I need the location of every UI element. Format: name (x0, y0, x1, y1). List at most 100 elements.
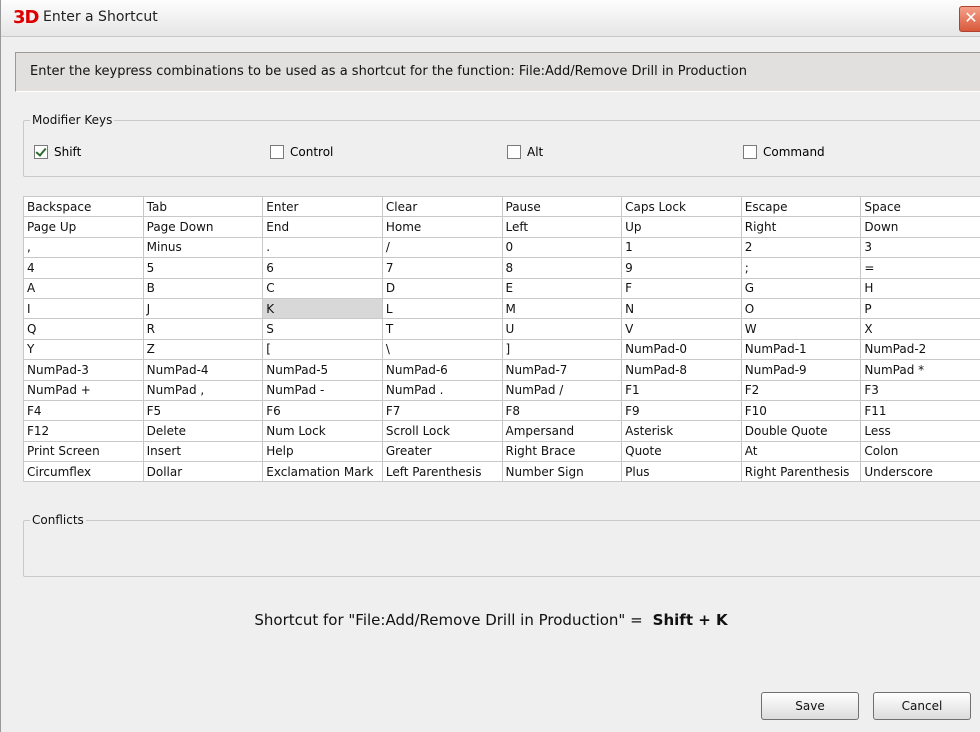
key-cell[interactable]: N (621, 297, 742, 320)
key-cell[interactable]: S (262, 318, 383, 340)
key-cell[interactable]: C (262, 277, 383, 299)
key-cell[interactable]: Q (23, 318, 144, 340)
key-cell[interactable]: E (501, 277, 623, 299)
key-cell[interactable]: , (23, 236, 144, 259)
key-cell[interactable]: 6 (262, 257, 383, 279)
key-cell[interactable]: 7 (381, 257, 503, 279)
key-cell[interactable]: 8 (501, 257, 623, 279)
key-cell[interactable]: Greater (381, 440, 503, 463)
key-cell[interactable]: Circumflex (23, 461, 144, 483)
key-cell[interactable]: B (142, 277, 264, 299)
key-cell[interactable]: NumPad + (23, 379, 144, 401)
key-cell[interactable]: Backspace (23, 195, 144, 218)
key-cell[interactable]: X (860, 318, 980, 340)
control-checkbox-box[interactable] (270, 145, 284, 159)
key-cell[interactable]: Clear (381, 195, 503, 218)
key-cell[interactable]: NumPad-1 (740, 338, 862, 361)
key-cell[interactable]: Asterisk (621, 420, 742, 442)
key-cell[interactable]: End (262, 216, 383, 238)
key-cell[interactable]: F3 (860, 379, 980, 401)
key-cell[interactable]: Pause (501, 195, 623, 218)
key-cell[interactable]: / (381, 236, 503, 259)
save-button[interactable]: Save (761, 692, 859, 720)
key-cell[interactable]: NumPad . (381, 379, 503, 401)
key-cell[interactable]: ] (501, 338, 623, 361)
key-cell[interactable]: Z (142, 338, 264, 361)
key-cell[interactable]: Page Up (23, 216, 144, 238)
key-cell[interactable]: F6 (262, 399, 383, 422)
key-cell[interactable]: NumPad-4 (142, 359, 264, 381)
key-cell[interactable]: J (142, 297, 264, 320)
key-cell[interactable]: [ (262, 338, 383, 361)
key-cell[interactable]: Up (621, 216, 742, 238)
key-cell[interactable]: 0 (501, 236, 623, 259)
key-cell[interactable]: Double Quote (740, 420, 862, 442)
key-cell[interactable]: Left (501, 216, 623, 238)
key-cell[interactable]: NumPad-0 (621, 338, 742, 361)
key-cell[interactable]: R (142, 318, 264, 340)
key-cell[interactable]: Ampersand (501, 420, 623, 442)
key-cell[interactable]: Plus (621, 461, 742, 483)
shift-checkbox-box[interactable] (34, 145, 48, 159)
key-cell[interactable]: 2 (740, 236, 862, 259)
key-cell[interactable]: Help (262, 440, 383, 463)
key-cell[interactable]: P (860, 297, 980, 320)
cancel-button[interactable]: Cancel (873, 692, 971, 720)
key-cell[interactable]: Right Brace (501, 440, 623, 463)
key-cell[interactable]: \ (381, 338, 503, 361)
key-cell[interactable]: F2 (740, 379, 862, 401)
key-cell[interactable]: H (860, 277, 980, 299)
control-checkbox[interactable]: Control (270, 143, 333, 161)
key-cell[interactable]: Less (860, 420, 980, 442)
key-cell[interactable]: Left Parenthesis (381, 461, 503, 483)
key-cell[interactable]: . (262, 236, 383, 259)
key-cell[interactable]: F4 (23, 399, 144, 422)
shift-checkbox[interactable]: Shift (34, 143, 81, 161)
key-cell[interactable]: Insert (142, 440, 264, 463)
key-cell[interactable]: T (381, 318, 503, 340)
key-cell[interactable]: Home (381, 216, 503, 238)
key-cell[interactable]: Number Sign (501, 461, 623, 483)
close-button[interactable]: ✕ (959, 6, 980, 32)
alt-checkbox-box[interactable] (507, 145, 521, 159)
key-cell[interactable]: 1 (621, 236, 742, 259)
key-cell[interactable]: Underscore (860, 461, 980, 483)
key-cell[interactable]: V (621, 318, 742, 340)
key-cell[interactable]: NumPad * (860, 359, 980, 381)
key-cell[interactable]: F12 (23, 420, 144, 442)
key-cell[interactable]: NumPad - (262, 379, 383, 401)
key-cell[interactable]: M (501, 297, 623, 320)
key-cell[interactable]: NumPad-6 (381, 359, 503, 381)
key-cell[interactable]: F (621, 277, 742, 299)
key-cell[interactable]: G (740, 277, 862, 299)
key-cell[interactable]: F11 (860, 399, 980, 422)
key-cell[interactable]: NumPad-3 (23, 359, 144, 381)
key-cell[interactable]: Y (23, 338, 144, 361)
key-cell[interactable]: NumPad-8 (621, 359, 742, 381)
key-cell[interactable]: Caps Lock (621, 195, 742, 218)
key-cell[interactable]: Right Parenthesis (740, 461, 862, 483)
key-cell[interactable]: Escape (740, 195, 862, 218)
key-cell[interactable]: NumPad-2 (860, 338, 980, 361)
key-cell[interactable]: F8 (501, 399, 623, 422)
key-cell[interactable]: Space (860, 195, 980, 218)
key-cell[interactable]: F1 (621, 379, 742, 401)
key-cell[interactable]: K (262, 297, 383, 320)
key-cell[interactable]: D (381, 277, 503, 299)
key-cell[interactable]: Page Down (142, 216, 264, 238)
alt-checkbox[interactable]: Alt (507, 143, 543, 161)
key-cell[interactable]: W (740, 318, 862, 340)
key-cell[interactable]: Print Screen (23, 440, 144, 463)
key-cell[interactable]: Num Lock (262, 420, 383, 442)
key-cell[interactable]: 4 (23, 257, 144, 279)
key-cell[interactable]: U (501, 318, 623, 340)
key-cell[interactable]: 3 (860, 236, 980, 259)
key-cell[interactable]: Dollar (142, 461, 264, 483)
command-checkbox[interactable]: Command (743, 143, 825, 161)
key-cell[interactable]: F5 (142, 399, 264, 422)
key-cell[interactable]: O (740, 297, 862, 320)
key-cell[interactable]: NumPad , (142, 379, 264, 401)
key-cell[interactable]: A (23, 277, 144, 299)
key-cell[interactable]: NumPad-7 (501, 359, 623, 381)
key-cell[interactable]: Minus (142, 236, 264, 259)
